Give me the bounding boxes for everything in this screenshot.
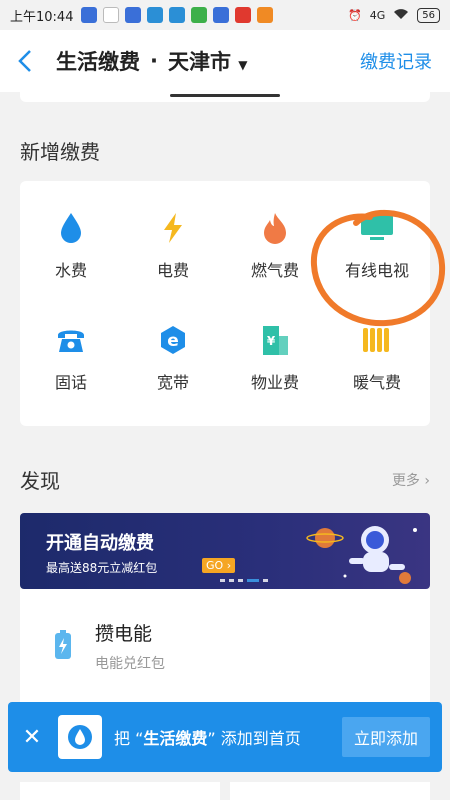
energy-card[interactable]: 攒电能 电能兑红包: [20, 589, 430, 709]
previous-card: [20, 92, 430, 102]
telephone-icon: [54, 323, 88, 357]
battery-indicator: 56: [417, 7, 440, 23]
go-label[interactable]: GO: [206, 559, 223, 572]
carousel-dots: [220, 579, 268, 582]
notification-icon: [147, 7, 164, 23]
add-to-home-toast: ✕ 把 “生活缴费” 添加到首页 立即添加: [8, 702, 442, 772]
carousel-dot: [238, 579, 243, 582]
lightning-icon: [156, 211, 190, 245]
grid-item-electric[interactable]: 电费: [122, 211, 224, 281]
toast-message: 把 “生活缴费” 添加到首页: [114, 725, 301, 749]
page-title-text: 生活缴费: [56, 50, 140, 74]
chevron-right-icon[interactable]: ›: [227, 559, 231, 572]
app-icon: [58, 715, 102, 759]
grid-item-landline[interactable]: 固话: [20, 323, 122, 393]
notification-icon: [213, 7, 230, 23]
carousel-dot: [247, 579, 259, 582]
payment-grid: 水费 电费 燃气费 有线电视 固话 e 宽带 ¥ 物业费 暖气费: [20, 181, 430, 426]
grid-item-gas[interactable]: 燃气费: [224, 211, 326, 281]
more-link[interactable]: 更多 ›: [392, 470, 430, 490]
grid-item-water[interactable]: 水费: [20, 211, 122, 281]
payment-record-link[interactable]: 缴费记录: [360, 48, 432, 74]
svg-text:e: e: [167, 331, 179, 351]
alarm-icon: ⏰: [348, 8, 362, 22]
auto-pay-banner[interactable]: 开通自动缴费 最高送88元立减红包 GO ›: [20, 513, 430, 589]
banner-subtitle: 最高送88元立减红包: [46, 561, 158, 575]
toast-suffix: ” 添加到首页: [207, 729, 301, 748]
toast-prefix: 把 “: [114, 729, 144, 748]
status-right: ⏰ 4G 56: [348, 7, 440, 23]
grid-label: 固话: [54, 373, 87, 392]
caret-down-icon[interactable]: ▼: [238, 58, 247, 72]
notification-icon: [125, 7, 142, 23]
flame-icon: [258, 211, 292, 245]
nav-bar: 生活缴费 · 天津市 ▼ 缴费记录: [0, 30, 450, 92]
more-label[interactable]: 更多: [392, 473, 420, 489]
bottom-card: [20, 782, 220, 800]
carousel-dot: [220, 579, 225, 582]
signal-label: 4G: [369, 8, 386, 22]
title-separator: ·: [150, 49, 158, 73]
bottom-cards: [20, 782, 430, 800]
city-label[interactable]: 天津市: [168, 50, 231, 74]
energy-title: 攒电能: [95, 623, 153, 645]
grid-label: 物业费: [250, 373, 299, 392]
svg-text:¥: ¥: [267, 334, 276, 348]
toast-app-name: 生活缴费: [143, 729, 208, 748]
building-yen-icon: ¥: [258, 323, 292, 357]
grid-label: 宽带: [156, 373, 189, 392]
wifi-icon: [393, 8, 409, 23]
astronaut-illustration: [306, 526, 417, 584]
carousel-dot: [229, 579, 234, 582]
wechat-icon: [103, 7, 120, 23]
page-title: 生活缴费 · 天津市 ▼: [56, 46, 248, 76]
grid-label: 水费: [54, 261, 87, 280]
chevron-right-icon[interactable]: ›: [424, 473, 430, 489]
grid-item-broadband[interactable]: e 宽带: [122, 323, 224, 393]
banner-title: 开通自动缴费: [46, 533, 154, 554]
energy-subtitle: 电能兑红包: [95, 656, 165, 672]
notification-icon: [81, 7, 98, 23]
grid-item-property[interactable]: ¥ 物业费: [224, 323, 326, 393]
tv-icon: [360, 211, 394, 245]
notification-icon: [191, 7, 208, 23]
section-title-new: 新增缴费: [20, 140, 100, 164]
grid-item-cable-tv[interactable]: 有线电视: [326, 211, 428, 281]
grid-item-heating[interactable]: 暖气费: [326, 323, 428, 393]
close-icon[interactable]: ✕: [20, 725, 44, 750]
notification-icon: [257, 7, 274, 23]
water-drop-icon: [68, 725, 92, 749]
notification-icons: [81, 7, 274, 23]
bottom-card: [230, 782, 430, 800]
previous-card-line: [170, 94, 280, 97]
city-selector[interactable]: 天津市 ▼: [168, 46, 248, 76]
broadband-e-icon: e: [156, 323, 190, 357]
status-bar: 上午10:44 ⏰ 4G 56: [0, 0, 450, 30]
notification-icon: [169, 7, 186, 23]
back-button[interactable]: [18, 46, 42, 76]
section-title-discover: 发现: [20, 469, 60, 493]
water-drop-icon: [54, 211, 88, 245]
battery-charge-icon: [55, 630, 71, 659]
carousel-dot: [263, 579, 268, 582]
add-now-button[interactable]: 立即添加: [341, 717, 430, 757]
grid-label: 燃气费: [250, 261, 299, 280]
grid-label: 暖气费: [352, 373, 401, 392]
status-time: 上午10:44: [10, 9, 74, 25]
radiator-icon: [360, 323, 394, 357]
grid-label: 有线电视: [344, 261, 409, 280]
chevron-left-icon: [18, 50, 31, 72]
grid-label: 电费: [156, 261, 189, 280]
banner-go-button[interactable]: GO ›: [202, 558, 236, 573]
notification-icon: [235, 7, 252, 23]
